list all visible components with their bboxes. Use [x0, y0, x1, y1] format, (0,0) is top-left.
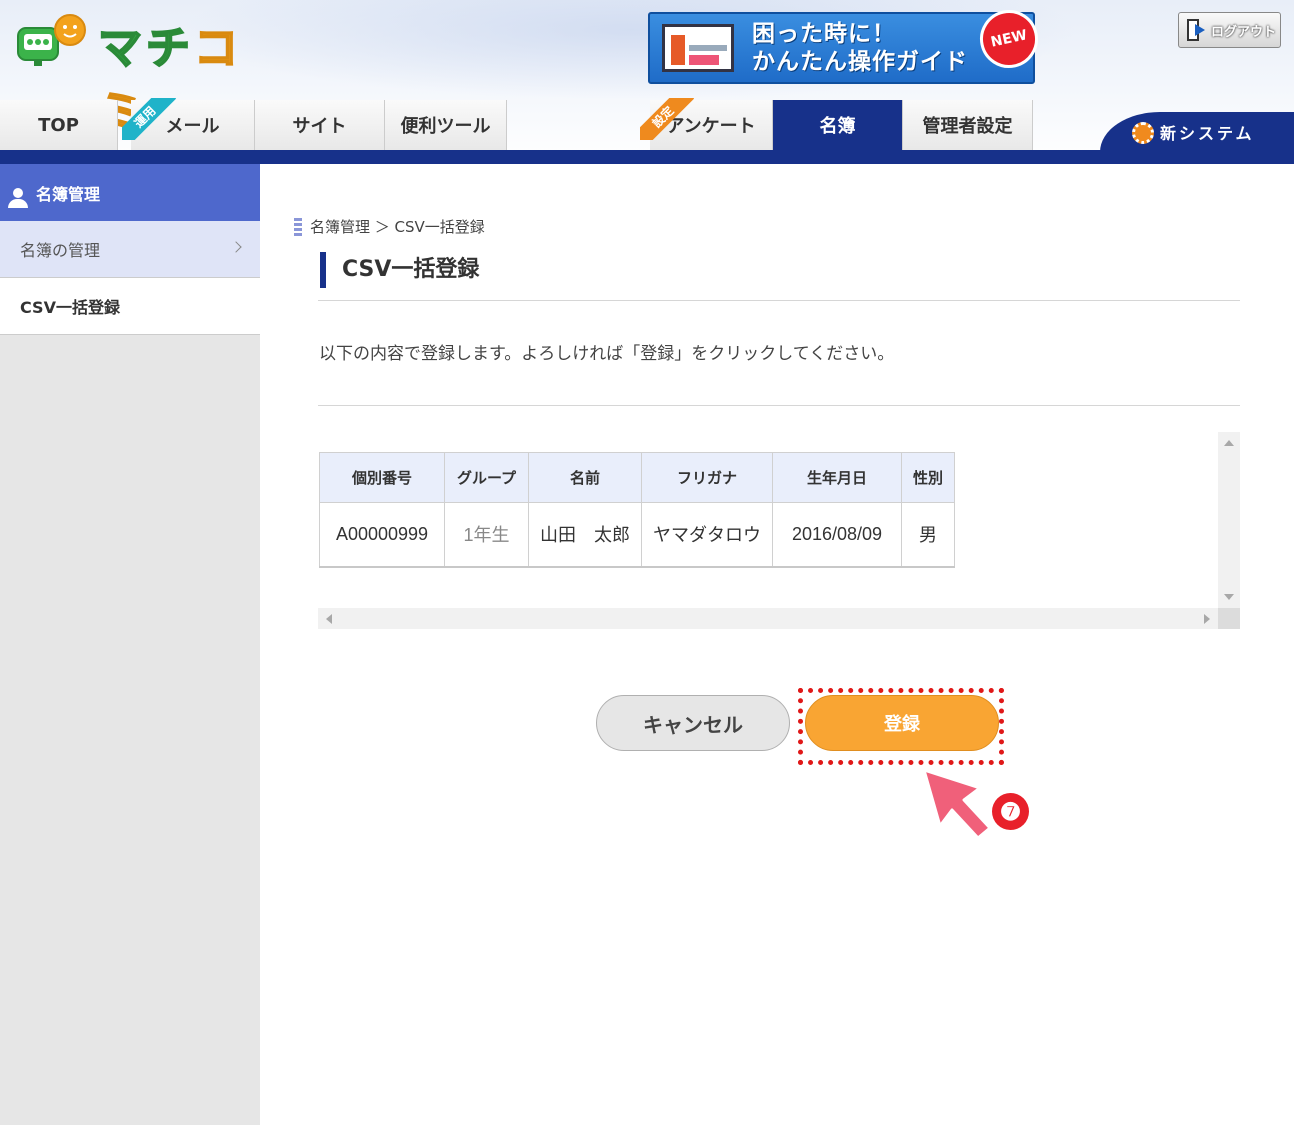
sidebar-item-label: 名簿の管理 — [20, 241, 101, 260]
tab-survey[interactable]: アンケート — [650, 100, 773, 150]
new-badge: NEW — [974, 4, 1044, 74]
table-scroll-area[interactable]: 個別番号 グループ 名前 フリガナ 生年月日 性別 A00000999 1年生 … — [318, 432, 1240, 629]
breadcrumb-text: 名簿管理 ＞ CSV一括登録 — [310, 218, 485, 236]
col-header-id: 個別番号 — [319, 452, 445, 503]
col-header-group: グループ — [444, 452, 529, 503]
tab-top[interactable]: TOP — [0, 100, 118, 150]
sidebar-item-roster-management[interactable]: 名簿の管理 — [0, 221, 260, 278]
step-number-badge: ❼ — [992, 793, 1029, 830]
logout-icon — [1185, 18, 1209, 42]
scroll-right-icon[interactable] — [1204, 614, 1210, 624]
scroll-down-icon[interactable] — [1224, 594, 1234, 600]
col-header-kana: フリガナ — [641, 452, 773, 503]
cell-kana: ヤマダタロウ — [641, 502, 773, 568]
scrollbar-corner — [1218, 608, 1240, 629]
logout-label: ログアウト — [1211, 24, 1277, 40]
logo-mark-icon — [17, 14, 86, 66]
table-header-row: 個別番号 グループ 名前 フリガナ 生年月日 性別 — [319, 452, 955, 503]
divider — [318, 300, 1240, 301]
sidebar-heading-label: 名簿管理 — [36, 184, 101, 204]
sidebar: 名簿管理 名簿の管理 CSV一括登録 — [0, 164, 260, 1125]
highlight-box — [798, 688, 1004, 765]
import-preview-table: 個別番号 グループ 名前 フリガナ 生年月日 性別 A00000999 1年生 … — [319, 452, 955, 568]
sidebar-item-label: CSV一括登録 — [20, 298, 120, 317]
tab-site[interactable]: サイト — [255, 100, 385, 150]
header: マチコミ 困った時に！ かんたん操作ガイド NEW ログアウト TOP メール … — [0, 0, 1294, 164]
operation-guide-banner[interactable]: 困った時に！ かんたん操作ガイド NEW — [648, 4, 1044, 84]
monitor-icon — [662, 24, 734, 72]
person-check-icon — [8, 188, 28, 210]
page-title: CSV一括登録 — [320, 252, 479, 288]
scroll-up-icon[interactable] — [1224, 440, 1234, 446]
horizontal-scrollbar[interactable] — [318, 608, 1240, 629]
chevron-right-icon — [230, 241, 242, 253]
cell-id: A00000999 — [319, 502, 445, 568]
tab-admin-settings[interactable]: 管理者設定 — [903, 100, 1033, 150]
tab-roster[interactable]: 名簿 — [773, 100, 903, 150]
scroll-left-icon[interactable] — [326, 614, 332, 624]
gear-icon — [1132, 122, 1154, 144]
confirm-message: 以下の内容で登録します。よろしければ「登録」をクリックしてください。 — [319, 344, 895, 364]
pointer-arrow-icon — [922, 768, 992, 840]
logout-button[interactable]: ログアウト — [1178, 12, 1281, 48]
app-logo[interactable]: マチコミ — [16, 8, 286, 139]
table-row: A00000999 1年生 山田 太郎 ヤマダタロウ 2016/08/09 男 — [319, 502, 955, 568]
sidebar-item-csv-import[interactable]: CSV一括登録 — [0, 278, 260, 335]
cell-group: 1年生 — [444, 502, 529, 568]
col-header-gender: 性別 — [901, 452, 955, 503]
tab-mail[interactable]: メール — [131, 100, 255, 150]
cell-name: 山田 太郎 — [528, 502, 642, 568]
divider — [318, 405, 1240, 406]
cell-birthdate: 2016/08/09 — [772, 502, 902, 568]
cell-gender: 男 — [901, 502, 955, 568]
guide-banner-text: 困った時に！ かんたん操作ガイド — [752, 21, 968, 75]
tab-tools[interactable]: 便利ツール — [385, 100, 507, 150]
breadcrumb: 名簿管理 ＞ CSV一括登録 — [294, 216, 485, 237]
new-system-link[interactable]: 新システム — [1100, 112, 1294, 152]
vertical-scrollbar[interactable] — [1218, 432, 1240, 608]
breadcrumb-marker-icon — [294, 217, 302, 236]
nav-underline — [0, 150, 1294, 164]
sidebar-heading: 名簿管理 — [0, 164, 260, 221]
col-header-birthdate: 生年月日 — [772, 452, 902, 503]
col-header-name: 名前 — [528, 452, 642, 503]
new-system-label: 新システム — [1160, 124, 1255, 143]
cancel-button[interactable]: キャンセル — [596, 695, 790, 751]
